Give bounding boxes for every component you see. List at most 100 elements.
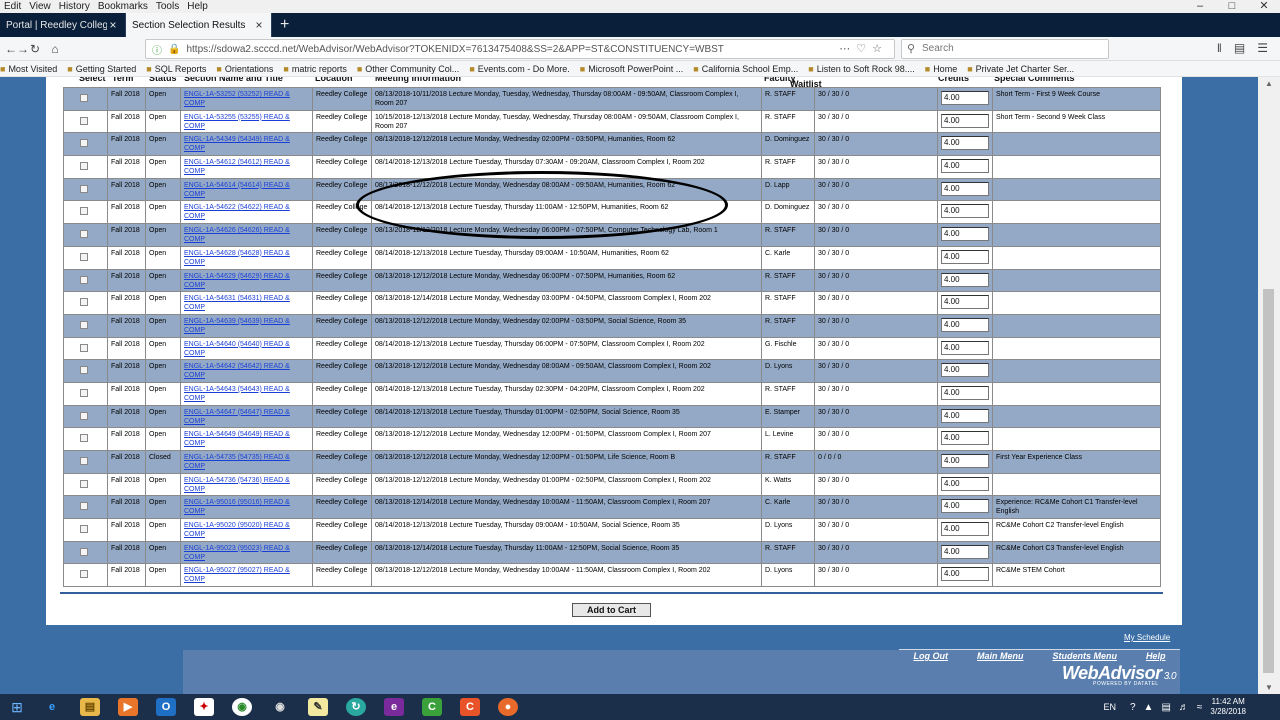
section-link[interactable]: ENGL-1A-54349 (54349) READ & COMP: [184, 136, 290, 152]
reload-icon[interactable]: ↻: [24, 42, 46, 56]
section-link[interactable]: ENGL-1A-54642 (54642) READ & COMP: [184, 363, 290, 379]
credits-input[interactable]: 4.00: [941, 567, 989, 582]
section-link[interactable]: ENGL-1A-54735 (54735) READ & COMP: [184, 454, 290, 470]
acrobat-icon[interactable]: ✦: [186, 695, 222, 719]
section-link[interactable]: ENGL-1A-54649 (54649) READ & COMP: [184, 431, 290, 447]
bookmark-item[interactable]: ■ matric reports: [283, 64, 346, 74]
select-checkbox[interactable]: [80, 434, 88, 443]
section-link[interactable]: ENGL-1A-54626 (54626) READ & COMP: [184, 227, 290, 243]
home-icon[interactable]: ⌂: [44, 42, 66, 56]
select-checkbox[interactable]: [80, 570, 88, 579]
browser-tab[interactable]: Portal | Reedley College ×: [0, 13, 126, 37]
search-input[interactable]: ⚲ Search: [901, 39, 1109, 59]
camtasia-icon[interactable]: C: [414, 695, 450, 719]
credits-input[interactable]: 4.00: [941, 249, 989, 264]
credits-input[interactable]: 4.00: [941, 159, 989, 174]
select-checkbox[interactable]: [80, 230, 88, 239]
select-checkbox[interactable]: [80, 184, 88, 193]
select-checkbox[interactable]: [80, 388, 88, 397]
firefox-icon[interactable]: ●: [490, 695, 526, 719]
select-checkbox[interactable]: [80, 252, 88, 261]
select-checkbox[interactable]: [80, 320, 88, 329]
credits-input[interactable]: 4.00: [941, 363, 989, 378]
menu-item-view[interactable]: View: [25, 0, 55, 13]
close-window-icon[interactable]: ✕: [1248, 0, 1280, 13]
credits-input[interactable]: 4.00: [941, 227, 989, 242]
credits-input[interactable]: 4.00: [941, 385, 989, 400]
menu-item-history[interactable]: History: [55, 0, 94, 13]
select-checkbox[interactable]: [80, 298, 88, 307]
volume-icon[interactable]: ♬: [1179, 702, 1189, 713]
section-link[interactable]: ENGL-1A-95023 (95023) READ & COMP: [184, 545, 290, 561]
section-link[interactable]: ENGL-1A-54614 (54614) READ & COMP: [184, 182, 290, 198]
credits-input[interactable]: 4.00: [941, 91, 989, 105]
scroll-down-icon[interactable]: ▼: [1258, 683, 1280, 692]
section-link[interactable]: ENGL-1A-54640 (54640) READ & COMP: [184, 341, 290, 357]
restore-icon[interactable]: □: [1216, 0, 1248, 13]
browser-tab[interactable]: Section Selection Results ×: [126, 13, 272, 37]
footer-link-students-menu[interactable]: Students Menu: [1052, 650, 1117, 663]
network-icon[interactable]: ▤: [1161, 702, 1170, 713]
scrollbar-thumb[interactable]: [1263, 289, 1274, 673]
credits-input[interactable]: 4.00: [941, 295, 989, 310]
section-link[interactable]: ENGL-1A-95027 (95027) READ & COMP: [184, 567, 290, 583]
outlook-icon[interactable]: O: [148, 695, 184, 719]
menu-item-bookmarks[interactable]: Bookmarks: [94, 0, 152, 13]
credits-input[interactable]: 4.00: [941, 499, 989, 514]
onenote-icon[interactable]: e: [376, 695, 412, 719]
edge-icon[interactable]: e: [34, 695, 70, 719]
bookmark-item[interactable]: ■ Listen to Soft Rock 98....: [808, 64, 915, 74]
select-checkbox[interactable]: [80, 162, 88, 171]
address-bar[interactable]: ⓘ 🔒 https://sdowa2.scccd.net/WebAdvisor/…: [145, 39, 895, 59]
library-icon[interactable]: ‖: [1217, 41, 1222, 55]
select-checkbox[interactable]: [80, 457, 88, 465]
credits-input[interactable]: 4.00: [941, 522, 989, 537]
chrome-icon[interactable]: ◉: [224, 695, 260, 719]
section-link[interactable]: ENGL-1A-54647 (54647) READ & COMP: [184, 409, 290, 425]
footer-link-help[interactable]: Help: [1146, 650, 1166, 663]
bookmark-item[interactable]: ■ Microsoft PowerPoint ...: [580, 64, 683, 74]
credits-input[interactable]: 4.00: [941, 136, 989, 151]
select-checkbox[interactable]: [80, 139, 88, 148]
section-link[interactable]: ENGL-1A-54639 (54639) READ & COMP: [184, 318, 290, 334]
footer-link-log-out[interactable]: Log Out: [913, 650, 948, 663]
info-icon[interactable]: ⓘ: [152, 42, 162, 57]
section-link[interactable]: ENGL-1A-54622 (54622) READ & COMP: [184, 204, 290, 220]
section-link[interactable]: ENGL-1A-54643 (54643) READ & COMP: [184, 386, 290, 402]
notes-icon[interactable]: ✎: [300, 695, 336, 719]
bookmark-item[interactable]: ■ Home: [925, 64, 957, 74]
section-link[interactable]: ENGL-1A-54736 (54736) READ & COMP: [184, 477, 290, 493]
select-checkbox[interactable]: [80, 116, 88, 125]
camera-icon[interactable]: ◉: [262, 695, 298, 719]
bookmark-item[interactable]: ■ California School Emp...: [693, 64, 798, 74]
wifi-icon[interactable]: ≈: [1197, 702, 1203, 713]
sync-icon[interactable]: ↻: [338, 695, 374, 719]
select-checkbox[interactable]: [80, 479, 88, 488]
close-tab-icon[interactable]: ×: [253, 18, 265, 32]
scroll-up-icon[interactable]: ▲: [1258, 79, 1280, 88]
clock[interactable]: 11:42 AM 3/28/2018: [1210, 697, 1246, 717]
help-icon[interactable]: ?: [1130, 702, 1136, 713]
credits-input[interactable]: 4.00: [941, 408, 989, 423]
bookmark-item[interactable]: ■ Getting Started: [67, 64, 136, 74]
select-checkbox[interactable]: [80, 94, 88, 102]
section-link[interactable]: ENGL-1A-95016 (95016) READ & COMP: [184, 499, 290, 515]
sidebar-icon[interactable]: ▤: [1234, 41, 1245, 55]
bookmark-item[interactable]: ■ Private Jet Charter Ser...: [967, 64, 1074, 74]
menu-item-edit[interactable]: Edit: [0, 0, 25, 13]
credits-input[interactable]: 4.00: [941, 340, 989, 355]
credits-input[interactable]: 4.00: [941, 544, 989, 559]
windows-start-icon[interactable]: ⊞: [0, 699, 34, 716]
section-link[interactable]: ENGL-1A-53252 (53252) READ & COMP: [184, 91, 290, 107]
section-link[interactable]: ENGL-1A-54628 (54628) READ & COMP: [184, 250, 290, 266]
media-player-icon[interactable]: ▶: [110, 695, 146, 719]
section-link[interactable]: ENGL-1A-54631 (54631) READ & COMP: [184, 295, 290, 311]
section-link[interactable]: ENGL-1A-53255 (53255) READ & COMP: [184, 114, 290, 130]
vertical-scrollbar[interactable]: ▲ ▼: [1258, 77, 1280, 694]
select-checkbox[interactable]: [80, 275, 88, 284]
credits-input[interactable]: 4.00: [941, 431, 989, 446]
snagit-icon[interactable]: C: [452, 695, 488, 719]
credits-input[interactable]: 4.00: [941, 317, 989, 332]
my-schedule-link[interactable]: My Schedule: [1124, 633, 1170, 642]
select-checkbox[interactable]: [80, 411, 88, 420]
